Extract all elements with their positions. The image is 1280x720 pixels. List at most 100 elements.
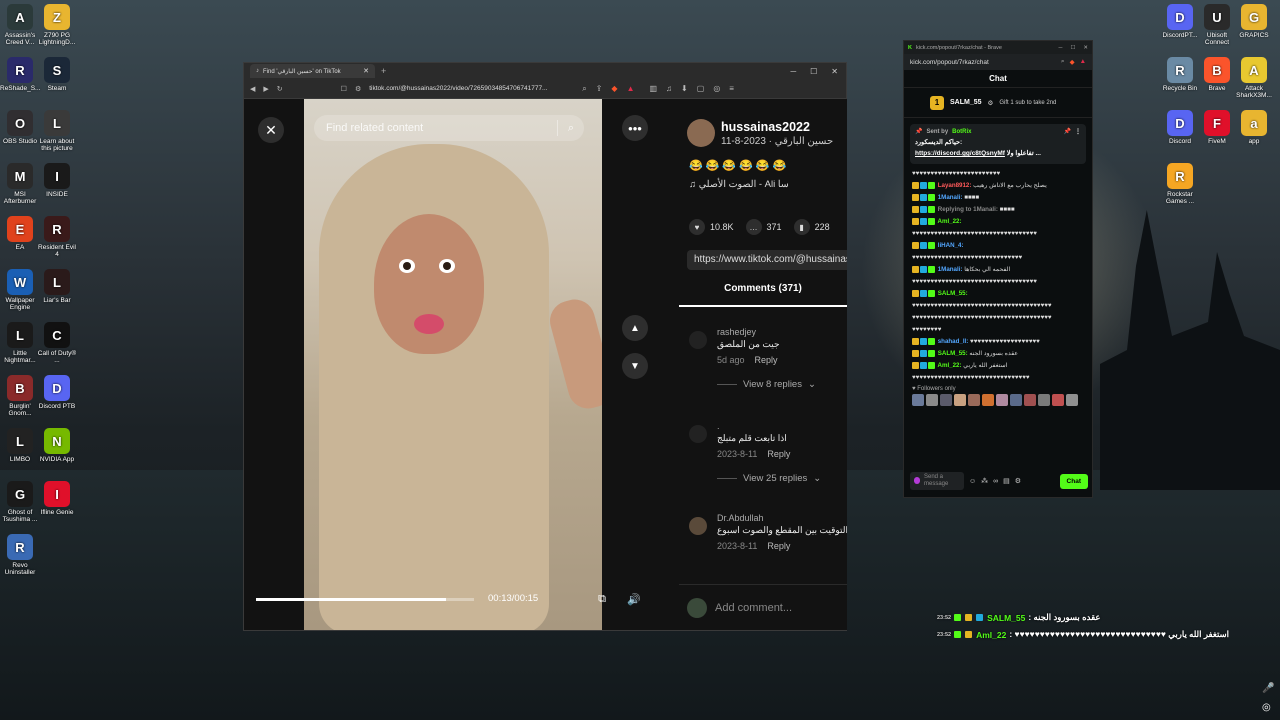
desktop-shortcut[interactable]: U Ubisoft Connect [1197, 4, 1237, 46]
desktop-shortcut[interactable]: L Little Nightmar... [0, 322, 40, 364]
desktop-shortcut[interactable]: L LIMBO [0, 428, 40, 463]
brave-shield-icon[interactable]: ◆ [611, 84, 617, 94]
desktop-shortcut[interactable]: R Revo Uninstaller [0, 534, 40, 576]
previous-video-button[interactable]: ▲ [622, 315, 648, 341]
zoom-icon[interactable]: ⌕ [1061, 58, 1065, 66]
close-video-button[interactable]: ✕ [258, 117, 284, 143]
author-row[interactable]: hussainas2022 حسين البارقي · 2023-8-11 [687, 119, 833, 147]
minimize-icon[interactable]: ─ [1059, 45, 1063, 51]
chat-message[interactable]: shahad_ll: ♥♥♥♥♥♥♥♥♥♥♥♥♥♥♥♥♥♥♥ [904, 336, 1092, 348]
emote-icon[interactable] [996, 394, 1008, 406]
author-name[interactable]: hussainas2022 [721, 120, 833, 134]
desktop-shortcut[interactable]: A Attack SharkX3M... [1234, 57, 1274, 99]
kick-emote-icon[interactable]: ⁂ [981, 477, 988, 485]
desktop-shortcut[interactable]: F FiveM [1197, 110, 1237, 145]
forward-icon[interactable]: ▶ [263, 85, 268, 93]
zoom-icon[interactable]: ⌕ [582, 84, 586, 94]
desktop-shortcut[interactable]: S Steam [37, 57, 77, 92]
maximize-icon[interactable]: ☐ [1070, 45, 1075, 51]
extensions-icon[interactable]: ♫ [666, 84, 672, 94]
video-player[interactable]: Find related content ⌕ [304, 99, 602, 630]
gift-box-icon[interactable]: ▤ [1003, 477, 1010, 485]
desktop-shortcut[interactable]: R Recycle Bin [1160, 57, 1200, 92]
author-avatar[interactable] [687, 119, 715, 147]
chat-username[interactable]: Layan8912: [936, 182, 973, 189]
desktop-shortcut[interactable]: M MSI Afterburner [0, 163, 40, 205]
location-icon[interactable]: ◎ [1262, 702, 1271, 713]
desktop-shortcut[interactable]: B Brave [1197, 57, 1237, 92]
emote-icon[interactable] [1066, 394, 1078, 406]
emote-icon[interactable] [1010, 394, 1022, 406]
chat-username[interactable]: Replying to 1Manali: [936, 206, 1000, 213]
settings-icon[interactable]: ⚙ [1015, 477, 1021, 485]
chat-message[interactable]: ♥♥♥♥♥♥♥♥♥♥♥♥♥♥♥♥♥♥♥♥♥♥♥♥♥♥♥♥♥♥ [904, 252, 1092, 264]
gift-leaderboard[interactable]: 1 SALM_55 ⚙ Gift 1 sub to take 2nd [904, 88, 1092, 118]
desktop-shortcut[interactable]: L Liar's Bar [37, 269, 77, 304]
comment-button[interactable]: … 371 [745, 219, 782, 235]
reply-button[interactable]: Reply [755, 355, 778, 365]
chat-message[interactable]: liHAN_4: [904, 240, 1092, 252]
avatar[interactable] [689, 517, 707, 535]
desktop-shortcut[interactable]: I Ifline Genie [37, 481, 77, 516]
video-progress-bar[interactable] [256, 598, 474, 601]
chat-message[interactable]: Replying to 1Manali: ■■■■ [904, 204, 1092, 216]
avatar[interactable] [689, 331, 707, 349]
search-icon[interactable]: ⌕ [568, 122, 574, 135]
view-replies-button[interactable]: View 8 replies ⌄ [717, 379, 847, 390]
close-icon[interactable]: ✕ [1083, 45, 1088, 51]
chat-username[interactable]: shahad_ll: [936, 338, 970, 345]
chat-username[interactable]: Aml_22: [936, 362, 963, 369]
desktop-shortcut[interactable]: B Burglin' Gnom... [0, 375, 40, 417]
desktop-shortcut[interactable]: N NVIDIA App [37, 428, 77, 463]
emoji-icon[interactable]: ☺ [969, 478, 976, 485]
emote-icon[interactable] [982, 394, 994, 406]
address-bar[interactable]: tiktok.com/@hussainas2022/video/72659034… [369, 85, 574, 92]
desktop-shortcut[interactable]: D Discord PTB [37, 375, 77, 410]
chat-message[interactable]: SALM_55: عقده بسورود الجنه [904, 348, 1092, 360]
brave-rewards-icon[interactable]: ▲ [627, 84, 635, 94]
infinity-icon[interactable]: ∞ [993, 478, 998, 485]
view-replies-button[interactable]: View 25 replies ⌄ [717, 473, 847, 484]
emote-icon[interactable] [912, 394, 924, 406]
back-icon[interactable]: ◀ [250, 85, 255, 93]
chat-input[interactable]: Send a message [910, 472, 964, 490]
chat-message[interactable]: Aml_22: [904, 216, 1092, 228]
desktop-shortcut[interactable]: C Call of Duty® ... [37, 322, 77, 364]
chat-message[interactable]: Aml_22: استغفر الله ياربي [904, 360, 1092, 372]
new-tab-icon[interactable]: + [381, 66, 386, 76]
comment-user[interactable]: Dr.Abdullah [717, 513, 847, 523]
comment-user[interactable]: rashedjey [717, 327, 847, 337]
chat-message[interactable]: ♥♥♥♥♥♥♥♥♥♥♥♥♥♥♥♥♥♥♥♥♥♥♥♥♥♥♥♥♥♥♥♥ [904, 372, 1092, 384]
desktop-shortcut[interactable]: a app [1234, 110, 1274, 145]
desktop-shortcut[interactable]: D Discord [1160, 110, 1200, 145]
desktop-shortcut[interactable]: A Assassin's Creed V... [0, 4, 40, 46]
volume-icon[interactable]: 🔊 [624, 589, 644, 609]
desktop-shortcut[interactable]: O OBS Studio [0, 110, 40, 145]
chat-message[interactable]: ♥♥♥♥♥♥♥♥♥♥♥♥♥♥♥♥♥♥♥♥♥♥♥♥♥♥♥♥♥♥♥♥♥♥ [904, 276, 1092, 288]
comment-user[interactable]: . [717, 421, 847, 431]
chat-message[interactable]: ♥♥♥♥♥♥♥♥ [904, 324, 1092, 336]
chat-username[interactable]: 1Manali: [936, 194, 964, 201]
chat-message[interactable]: ♥♥♥♥♥♥♥♥♥♥♥♥♥♥♥♥♥♥♥♥♥♥♥♥♥♥♥♥♥♥♥♥♥♥♥♥♥♥ [904, 300, 1092, 312]
chat-message[interactable]: SALM_55: [904, 288, 1092, 300]
emote-icon[interactable] [968, 394, 980, 406]
desktop-shortcut[interactable]: E EA [0, 216, 40, 251]
emote-icon[interactable] [1052, 394, 1064, 406]
reply-button[interactable]: Reply [767, 449, 790, 459]
chat-message[interactable]: Layan8912: يصلح يحارب مع الاناش رهيب [904, 180, 1092, 192]
chat-message[interactable]: ♥♥♥♥♥♥♥♥♥♥♥♥♥♥♥♥♥♥♥♥♥♥♥♥ [904, 168, 1092, 180]
emote-icon[interactable] [954, 394, 966, 406]
maximize-icon[interactable]: ☐ [810, 67, 817, 76]
pinned-link[interactable]: https://discord.gg/c8tQsnyMf [915, 150, 1005, 157]
emote-icon[interactable] [940, 394, 952, 406]
tab-close-icon[interactable]: ✕ [363, 67, 369, 75]
send-chat-button[interactable]: Chat [1059, 473, 1088, 489]
save-button[interactable]: ▮ 228 [793, 219, 830, 235]
sidebar-icon[interactable]: ▥ [649, 84, 657, 94]
related-search-bar[interactable]: Find related content ⌕ [314, 115, 584, 141]
microphone-icon[interactable]: 🎤 [1262, 683, 1274, 694]
more-options-button[interactable]: ••• [622, 115, 648, 141]
close-icon[interactable]: ✕ [831, 67, 838, 76]
like-button[interactable]: ♥ 10.8K [689, 219, 734, 235]
desktop-shortcut[interactable]: R ReShade_S... [0, 57, 40, 92]
